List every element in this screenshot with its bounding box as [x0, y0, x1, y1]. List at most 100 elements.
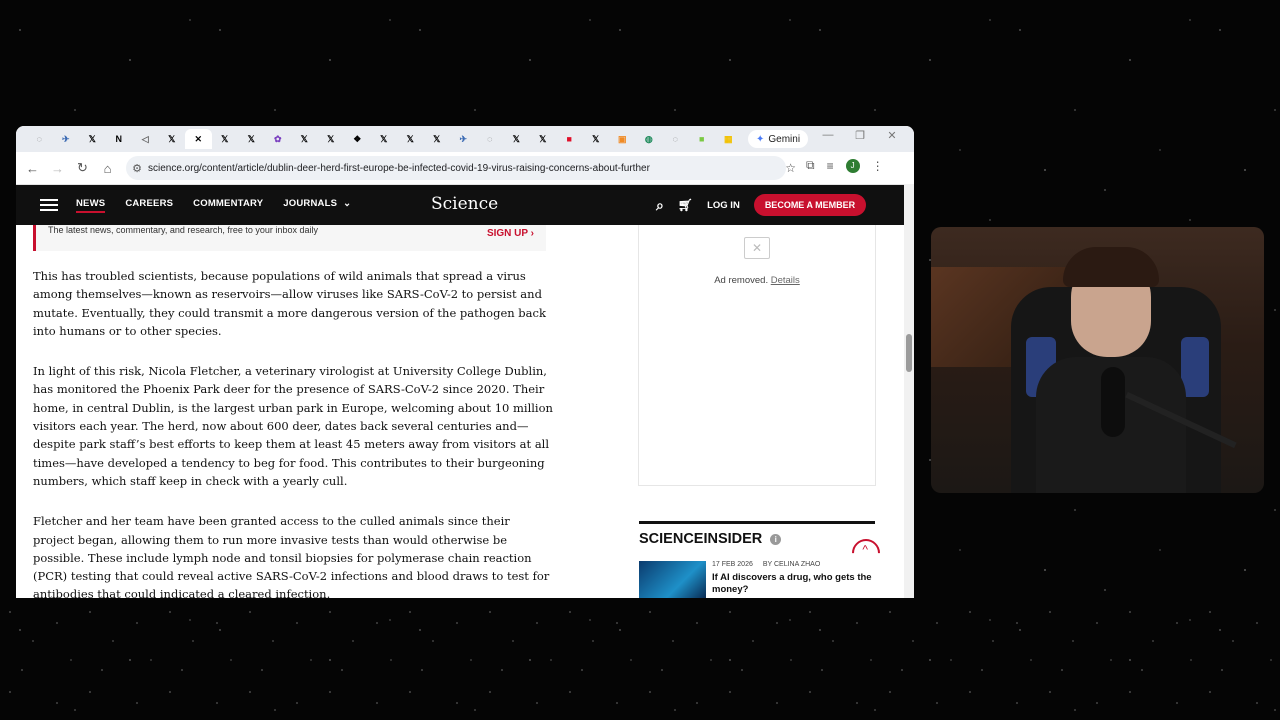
browser-tab[interactable]: 𝕏: [397, 129, 424, 149]
globe-icon: ◌: [672, 134, 678, 144]
scienceinsider-title: SCIENCEINSIDER: [639, 531, 763, 547]
browser-tab[interactable]: ✿: [265, 129, 292, 149]
become-member-button[interactable]: BECOME A MEMBER: [753, 194, 867, 216]
search-icon[interactable]: ⌕: [656, 197, 664, 214]
browser-tab[interactable]: 𝕏: [530, 129, 557, 149]
signup-button[interactable]: SIGN UP ›: [487, 228, 534, 239]
browser-tab[interactable]: 𝕏: [583, 129, 610, 149]
tab-strip: ◌✈𝕏N◁𝕏✕𝕏𝕏✿𝕏𝕏❖𝕏𝕏𝕏✈◌𝕏𝕏■𝕏▣◍◌■▦Co + ✦ Gemini…: [16, 126, 914, 152]
insider-story[interactable]: 17 FEB 2026 BY CELINA ZHAO If AI discove…: [639, 561, 872, 598]
back-icon[interactable]: ←: [20, 161, 45, 176]
x-icon: 𝕏: [406, 133, 414, 144]
browser-tab[interactable]: ◌: [662, 129, 689, 149]
x-icon: 𝕏: [168, 133, 176, 144]
browser-tab[interactable]: ❖: [344, 129, 371, 149]
site-header: NEWS CAREERS COMMENTARY JOURNALS ⌄ Scienc…: [16, 185, 904, 225]
browser-tab[interactable]: ■: [556, 129, 583, 149]
login-link[interactable]: LOG IN: [707, 200, 740, 211]
ad-slot: ✕ Ad removed. Details: [638, 225, 876, 486]
site-info-icon[interactable]: ⚙: [126, 162, 148, 175]
chevron-down-icon: ⌄: [343, 197, 352, 209]
lens-icon[interactable]: ⧉: [806, 158, 815, 173]
starfield-foreground: [0, 600, 1280, 720]
browser-tab[interactable]: ▦: [715, 129, 742, 149]
window-controls: — ❐ ✕: [812, 129, 908, 142]
story-text: 17 FEB 2026 BY CELINA ZHAO If AI discove…: [712, 561, 872, 598]
browser-tab[interactable]: 𝕏: [318, 129, 345, 149]
globe-icon: ◌: [36, 134, 42, 144]
signup-button-label: SIGN UP: [486, 228, 528, 239]
browser-tab[interactable]: ▣: [609, 129, 636, 149]
browser-tab[interactable]: 𝕏: [238, 129, 265, 149]
restore-icon[interactable]: ❐: [844, 129, 876, 142]
reading-list-icon[interactable]: ≡: [827, 159, 834, 173]
x-icon: 𝕏: [539, 133, 547, 144]
scrollbar-thumb[interactable]: [906, 334, 912, 372]
article-paragraph: In light of this risk, Nicola Fletcher, …: [33, 364, 553, 488]
browser-tab[interactable]: ■: [689, 129, 716, 149]
toolbar-actions: ⧉ ≡ J ⋮: [806, 158, 884, 173]
bookmark-star-icon[interactable]: ☆: [785, 161, 796, 175]
info-icon[interactable]: i: [770, 533, 782, 545]
article-paragraph: This has troubled scientists, because po…: [33, 269, 546, 338]
hamburger-menu-icon[interactable]: [40, 199, 58, 211]
story-thumbnail[interactable]: [639, 561, 706, 598]
x-icon: 𝕏: [433, 133, 441, 144]
menu-dots-icon[interactable]: ⋮: [872, 159, 884, 173]
address-bar[interactable]: ⚙ science.org/content/article/dublin-dee…: [126, 156, 796, 180]
browser-tab[interactable]: ◌: [26, 129, 53, 149]
browser-tab[interactable]: ✕: [185, 129, 212, 149]
reload-icon[interactable]: ↻: [70, 160, 95, 176]
x-icon: 𝕏: [221, 133, 229, 144]
url-text: science.org/content/article/dublin-deer-…: [148, 162, 650, 174]
ad-details-link[interactable]: Details: [771, 275, 800, 286]
home-icon[interactable]: ⌂: [95, 161, 120, 176]
browser-tab[interactable]: ◌: [477, 129, 504, 149]
site-nav: NEWS CAREERS COMMENTARY JOURNALS ⌄: [76, 198, 371, 213]
browser-tab[interactable]: ◍: [636, 129, 663, 149]
nav-journals[interactable]: JOURNALS ⌄: [283, 198, 351, 213]
browser-tab[interactable]: N: [106, 129, 133, 149]
browser-tab[interactable]: ✈: [450, 129, 477, 149]
green-circle-icon: ◍: [644, 133, 653, 144]
orange-square-icon: ▣: [617, 133, 627, 144]
browser-tab[interactable]: ✈: [53, 129, 80, 149]
science-logo[interactable]: Science: [431, 194, 498, 214]
nav-careers[interactable]: CAREERS: [125, 198, 173, 213]
ad-removed-icon: ✕: [744, 237, 770, 259]
story-meta: 17 FEB 2026 BY CELINA ZHAO: [712, 561, 872, 568]
browser-toolbar: ← → ↻ ⌂ ⚙ science.org/content/article/du…: [16, 152, 914, 185]
close-window-icon[interactable]: ✕: [876, 129, 908, 142]
browser-tab[interactable]: 𝕏: [159, 129, 186, 149]
browser-window: ◌✈𝕏N◁𝕏✕𝕏𝕏✿𝕏𝕏❖𝕏𝕏𝕏✈◌𝕏𝕏■𝕏▣◍◌■▦Co + ✦ Gemini…: [16, 126, 914, 598]
x-icon: 𝕏: [88, 133, 96, 144]
browser-tab[interactable]: 𝕏: [503, 129, 530, 149]
arrow-up-icon: ^: [862, 542, 868, 557]
newsletter-signup: The latest news, commentary, and researc…: [33, 225, 546, 251]
profile-avatar[interactable]: J: [845, 158, 860, 173]
gemini-button[interactable]: ✦ Gemini: [748, 130, 809, 148]
browser-tab[interactable]: 𝕏: [371, 129, 398, 149]
x-icon: 𝕏: [327, 133, 335, 144]
page-scrollbar[interactable]: [904, 184, 914, 598]
browser-tab[interactable]: 𝕏: [212, 129, 239, 149]
browser-tab[interactable]: 𝕏: [291, 129, 318, 149]
forward-icon[interactable]: →: [45, 161, 70, 176]
nav-commentary[interactable]: COMMENTARY: [193, 198, 263, 213]
browser-tab[interactable]: ◁: [132, 129, 159, 149]
browser-tab[interactable]: 𝕏: [79, 129, 106, 149]
green-square-icon: ■: [699, 134, 705, 144]
minimize-icon[interactable]: —: [812, 129, 844, 142]
colorful-icon: ✿: [273, 133, 282, 144]
yellow-square-icon: ▦: [723, 133, 733, 144]
nav-news[interactable]: NEWS: [76, 198, 106, 213]
speaker-icon: ◁: [141, 133, 149, 144]
article-paragraph: Fletcher and her team have been granted …: [33, 514, 550, 598]
cart-icon[interactable]: 🛒︎: [678, 198, 693, 212]
page-content: The latest news, commentary, and researc…: [16, 225, 904, 598]
webcam-person-hair: [1063, 247, 1159, 287]
browser-tab[interactable]: 𝕏: [424, 129, 451, 149]
signup-text: The latest news, commentary, and researc…: [48, 225, 318, 235]
header-actions: ⌕ 🛒︎ LOG IN BECOME A MEMBER: [656, 185, 867, 225]
story-headline[interactable]: If AI discovers a drug, who gets the mon…: [712, 572, 872, 596]
